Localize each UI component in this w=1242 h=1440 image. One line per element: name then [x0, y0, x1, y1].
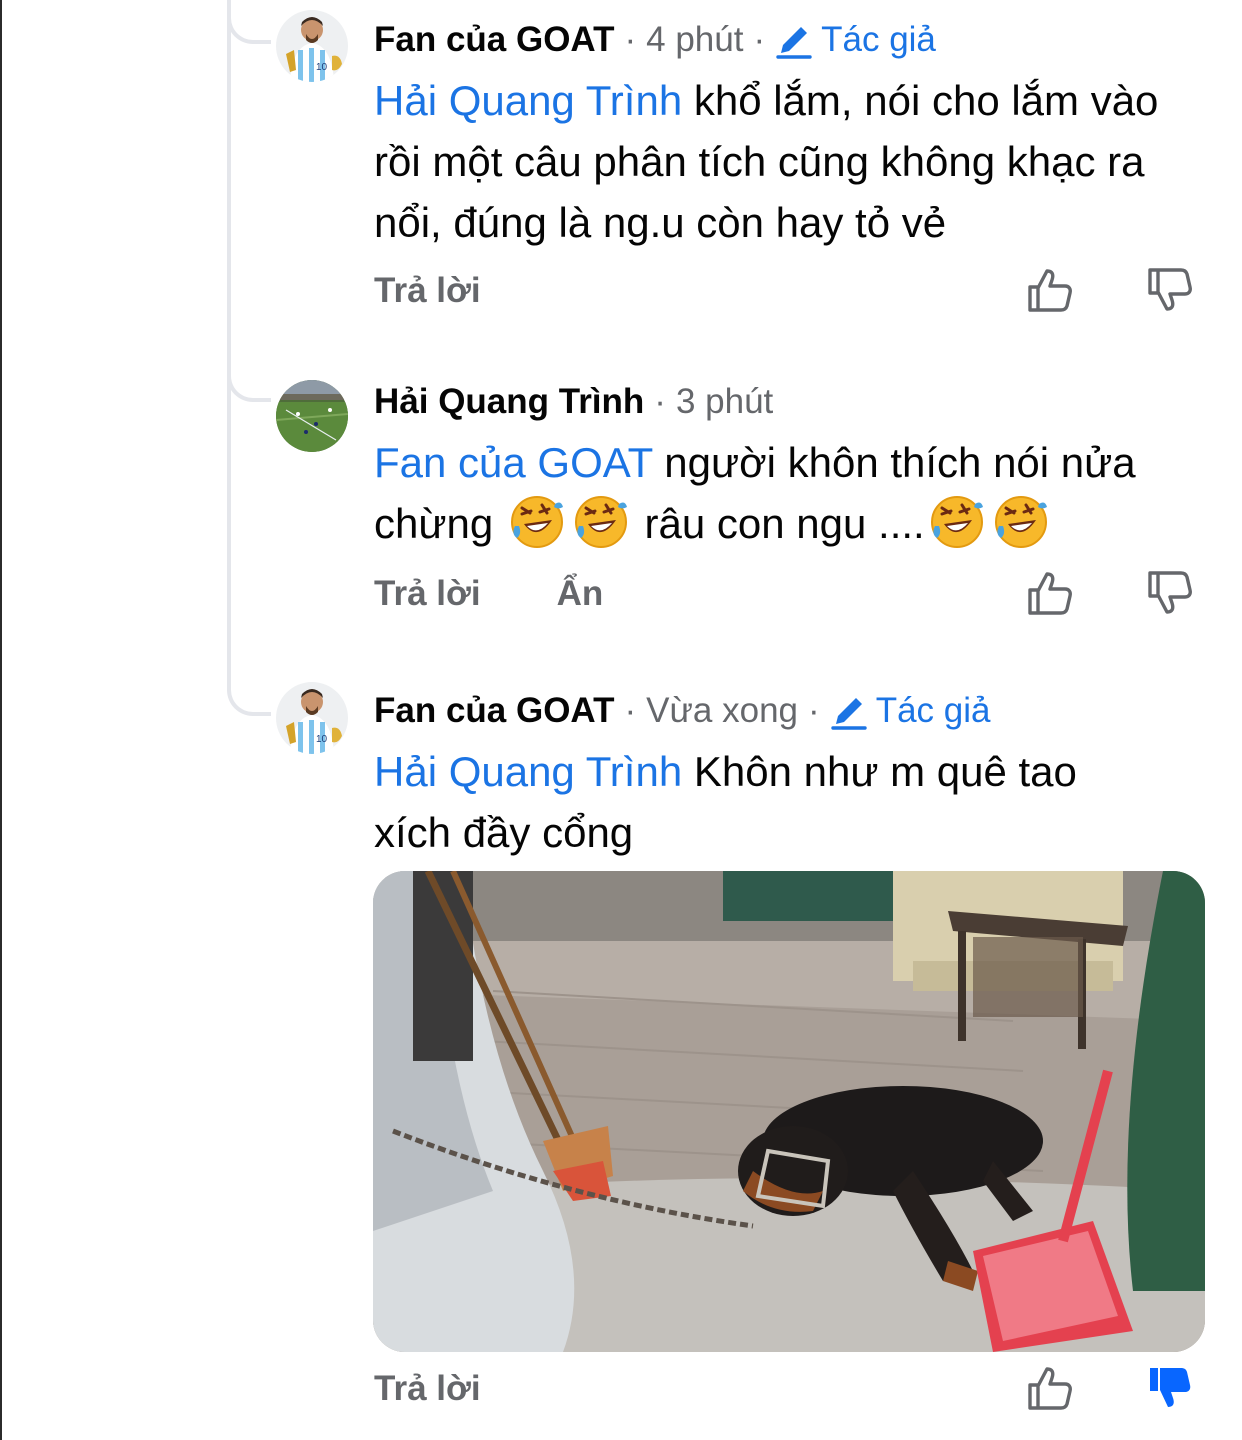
dislike-icon[interactable] — [1146, 569, 1194, 617]
pencil-icon — [775, 21, 813, 59]
reply-button[interactable]: Trả lời — [374, 271, 481, 311]
rolling-on-floor-laughing-emoji-icon — [509, 494, 565, 550]
rolling-on-floor-laughing-emoji-icon — [993, 494, 1049, 550]
like-icon[interactable] — [1026, 569, 1074, 617]
comment-time[interactable]: Vừa xong — [646, 691, 798, 731]
reply-connector — [227, 672, 271, 716]
comment-author[interactable]: Fan của GOAT — [374, 691, 615, 731]
author-badge-label: Tác giả — [875, 691, 991, 730]
comment-header: Fan của GOAT · 4 phút · Tác giả — [374, 20, 936, 60]
pencil-icon — [830, 692, 868, 730]
mention-link[interactable]: Hải Quang Trình — [374, 748, 682, 795]
comment-actions: Trả lời — [374, 1364, 481, 1414]
comment-header: Fan của GOAT · Vừa xong · Tác giả — [374, 691, 991, 731]
comment-author[interactable]: Fan của GOAT — [374, 20, 615, 60]
reply-connector — [227, 0, 271, 44]
comment-text: Hải Quang Trình Khôn như m quê tao xích … — [374, 741, 1154, 863]
window-edge — [0, 0, 2, 1440]
comment-time[interactable]: 4 phút — [646, 20, 743, 60]
reply-button[interactable]: Trả lời — [374, 574, 481, 614]
author-badge: Tác giả — [830, 691, 991, 731]
avatar[interactable] — [276, 10, 348, 82]
comment-header: Hải Quang Trình · 3 phút — [374, 382, 774, 422]
comment-actions: Trả lời Ẩn — [374, 569, 603, 619]
attached-photo[interactable] — [373, 871, 1205, 1352]
comment-text: Hải Quang Trình khổ lắm, nói cho lắm vào… — [374, 70, 1194, 253]
dislike-icon[interactable] — [1146, 266, 1194, 314]
avatar[interactable] — [276, 380, 348, 452]
rolling-on-floor-laughing-emoji-icon — [929, 494, 985, 550]
mention-link[interactable]: Hải Quang Trình — [374, 77, 682, 124]
avatar[interactable] — [276, 682, 348, 754]
mention-link[interactable]: Fan của GOAT — [374, 439, 653, 486]
reply-connector — [227, 358, 271, 402]
comment-actions: Trả lời — [374, 266, 481, 316]
dislike-filled-icon[interactable] — [1146, 1364, 1194, 1412]
like-icon[interactable] — [1026, 266, 1074, 314]
like-icon[interactable] — [1026, 1364, 1074, 1412]
rolling-on-floor-laughing-emoji-icon — [573, 494, 629, 550]
comment-text: Fan của GOAT người khôn thích nói nửa ch… — [374, 432, 1194, 554]
reply-button[interactable]: Trả lời — [374, 1369, 481, 1409]
author-badge: Tác giả — [775, 20, 936, 60]
reply-thread-line — [227, 0, 231, 690]
comment-time[interactable]: 3 phút — [676, 382, 773, 422]
comment-author[interactable]: Hải Quang Trình — [374, 382, 644, 422]
author-badge-label: Tác giả — [821, 20, 936, 59]
hide-button[interactable]: Ẩn — [557, 574, 604, 614]
comment-body-continued: râu con ngu .... — [644, 500, 925, 547]
